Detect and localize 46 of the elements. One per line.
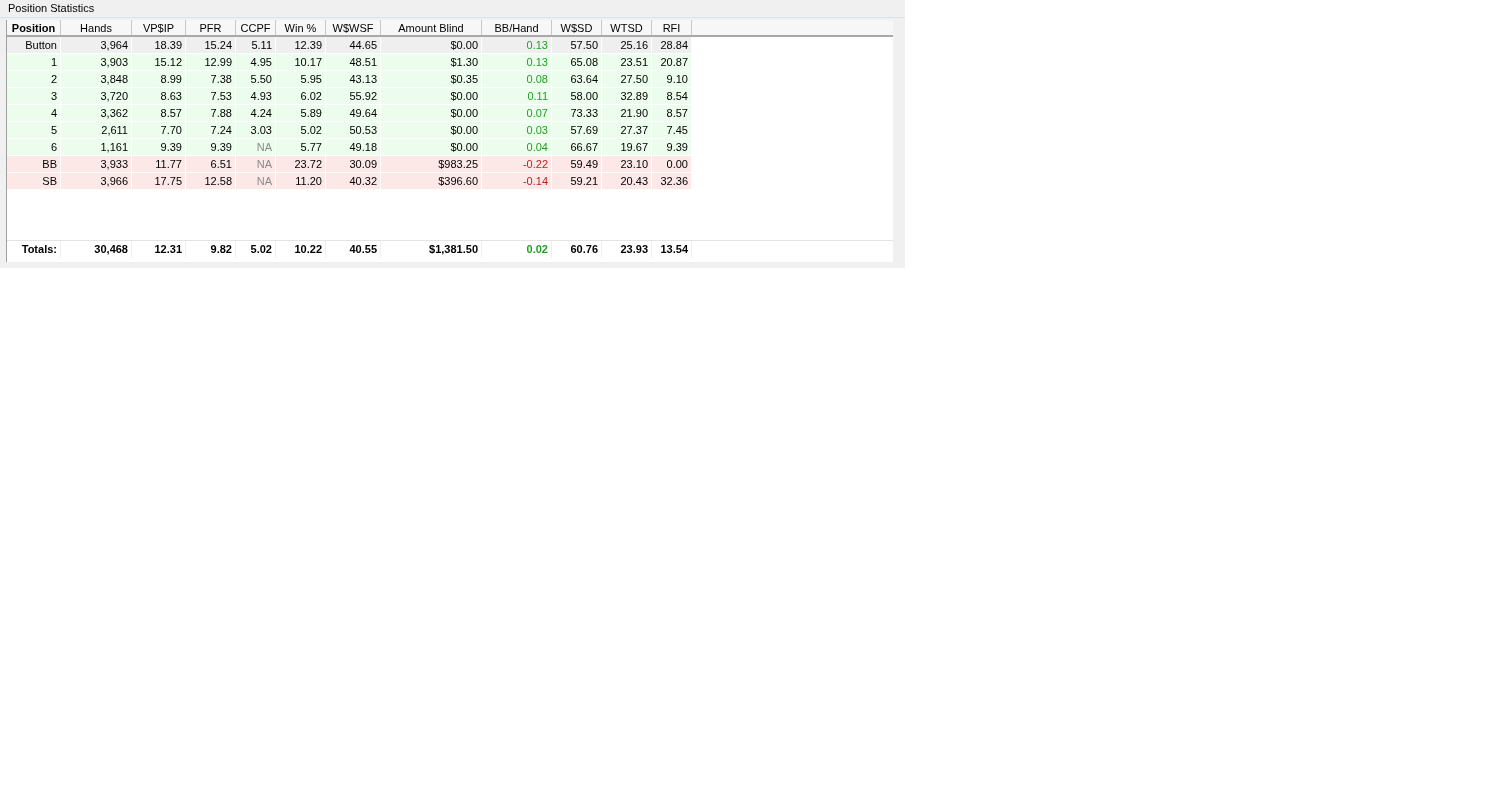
totals-cell: 30,468 <box>61 241 132 258</box>
totals-cell: 5.02 <box>236 241 276 258</box>
column-header[interactable]: BB/Hand <box>482 20 552 35</box>
table-cell: 3,966 <box>61 173 132 190</box>
table-cell: NA <box>236 173 276 190</box>
table-cell: 40.32 <box>326 173 381 190</box>
panel-title: Position Statistics <box>8 1 95 17</box>
totals-cell: $1,381.50 <box>381 241 482 258</box>
totals-cell: Totals: <box>7 241 61 258</box>
table-cell: 17.75 <box>132 173 186 190</box>
table-row[interactable]: 6 1,161 9.39 9.39 NA 5.77 49.18 $0.00 0.04 66.67 19.67 9.39 <box>7 139 692 156</box>
table-row[interactable]: 4 3,362 8.57 7.88 4.24 5.89 49.64 $0.00 0.07 73.33 21.90 8.57 <box>7 105 692 122</box>
totals-cell: 13.54 <box>652 241 692 258</box>
table-row[interactable]: 3 3,720 8.63 7.53 4.93 6.02 55.92 $0.00 0.11 58.00 32.89 8.54 <box>7 88 692 105</box>
totals-cell: 9.82 <box>186 241 236 258</box>
totals-cell: 40.55 <box>326 241 381 258</box>
column-header[interactable]: Hands <box>61 20 132 35</box>
table-cell: 59.21 <box>552 173 602 190</box>
table-cell: -0.14 <box>482 173 552 190</box>
column-header[interactable]: PFR <box>186 20 236 35</box>
column-header[interactable]: RFI <box>652 20 692 35</box>
column-header[interactable]: VP$IP <box>132 20 186 35</box>
totals-cell: 10.22 <box>276 241 326 258</box>
column-header[interactable]: CCPF <box>236 20 276 35</box>
column-header[interactable]: Amount Blind <box>381 20 482 35</box>
table-row[interactable]: SB 3,966 17.75 12.58 NA 11.20 40.32 $396.60 -0.14 59.21 20.43 32.36 <box>7 173 692 190</box>
totals-cell: 60.76 <box>552 241 602 258</box>
table-row[interactable]: 1 3,903 15.12 12.99 4.95 10.17 48.51 $1.30 0.13 65.08 23.51 20.87 <box>7 54 692 71</box>
column-header[interactable]: Position <box>7 20 61 35</box>
column-header[interactable]: Win % <box>276 20 326 35</box>
table-row[interactable]: 2 3,848 8.99 7.38 5.50 5.95 43.13 $0.35 0.08 63.64 27.50 9.10 <box>7 71 692 88</box>
table-cell: SB <box>7 173 61 190</box>
table-cell: 12.58 <box>186 173 236 190</box>
column-header[interactable]: WTSD <box>602 20 652 35</box>
table-row[interactable]: Button 3,964 18.39 15.24 5.11 12.39 44.65 $0.00 0.13 57.50 25.16 28.84 <box>7 37 692 54</box>
table-cell: 32.36 <box>652 173 692 190</box>
totals-cell: 23.93 <box>602 241 652 258</box>
table-cell: 11.20 <box>276 173 326 190</box>
totals-cell: 12.31 <box>132 241 186 258</box>
table-cell: $396.60 <box>381 173 482 190</box>
totals-cell: 0.02 <box>482 241 552 258</box>
column-header[interactable]: W$WSF <box>326 20 381 35</box>
table-row[interactable]: BB 3,933 11.77 6.51 NA 23.72 30.09 $983.25 -0.22 59.49 23.10 0.00 <box>7 156 692 173</box>
column-header[interactable]: W$SD <box>552 20 602 35</box>
table-cell: 20.43 <box>602 173 652 190</box>
table-row[interactable]: 5 2,611 7.70 7.24 3.03 5.02 50.53 $0.00 0.03 57.69 27.37 7.45 <box>7 122 692 139</box>
